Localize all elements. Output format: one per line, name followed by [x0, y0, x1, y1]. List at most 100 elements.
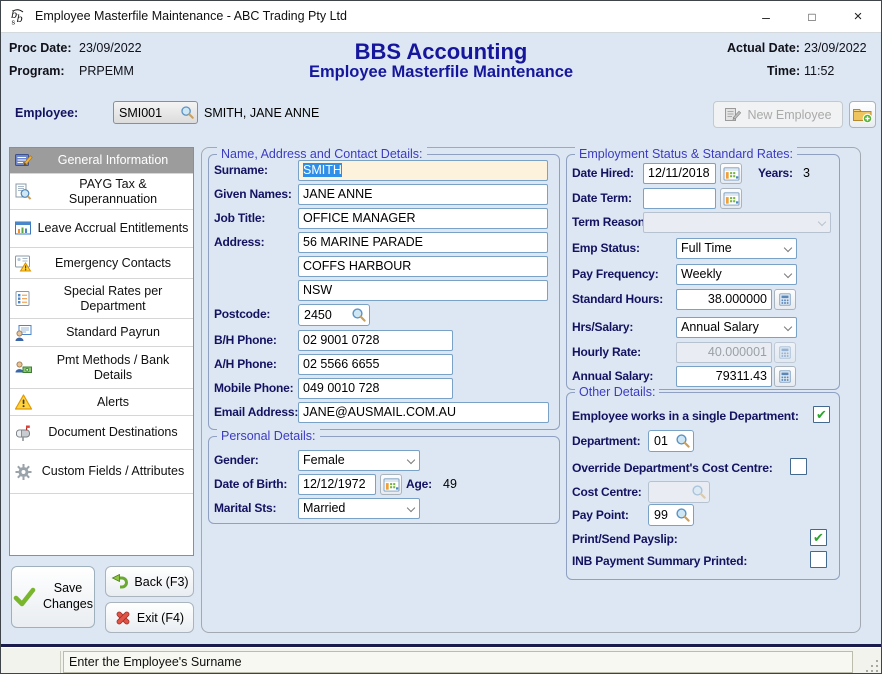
- save-changes-button[interactable]: Save Changes: [11, 566, 95, 628]
- dob-calendar-button[interactable]: [380, 474, 402, 495]
- inb-summary-checkbox[interactable]: [810, 551, 827, 568]
- job-title-field[interactable]: OFFICE MANAGER: [298, 208, 548, 229]
- ah-phone-label: A/H Phone:: [214, 357, 277, 371]
- exit-button[interactable]: Exit (F4): [105, 602, 194, 633]
- department-field[interactable]: 01: [648, 430, 694, 452]
- annual-salary-field[interactable]: 79311.43: [676, 366, 796, 387]
- resize-grip[interactable]: [865, 659, 878, 672]
- address-line1-field[interactable]: 56 MARINE PARADE: [298, 232, 548, 253]
- calendar-icon: [723, 166, 740, 181]
- surname-value: SMITH: [303, 163, 342, 177]
- date-hired-calendar-button[interactable]: [720, 163, 742, 184]
- search-icon[interactable]: [180, 105, 195, 120]
- sidebar-item-document-destinations[interactable]: Document Destinations: [10, 416, 193, 450]
- print-payslip-checkbox[interactable]: ✔: [810, 529, 827, 546]
- single-department-checkbox[interactable]: ✔: [813, 406, 830, 423]
- standard-hours-calc-button[interactable]: [774, 289, 796, 310]
- warning-triangle-icon: [14, 393, 33, 412]
- sidebar-item-special-rates-per-department[interactable]: Special Rates per Department: [10, 279, 193, 319]
- ah-phone-field[interactable]: 02 5566 6655: [298, 354, 453, 375]
- calculator-icon: [778, 369, 792, 384]
- emp-status-label: Emp Status:: [572, 241, 640, 255]
- marital-status-select[interactable]: Married: [298, 498, 420, 519]
- employee-code-value: SMI001: [119, 106, 162, 120]
- employment-status-legend: Employment Status & Standard Rates:: [575, 147, 797, 161]
- status-message: Enter the Employee's Surname: [69, 655, 242, 669]
- sidebar-item-general-information[interactable]: General Information: [10, 148, 193, 174]
- dob-label: Date of Birth:: [214, 477, 287, 491]
- maximize-button[interactable]: □: [789, 1, 835, 32]
- bh-phone-field[interactable]: 02 9001 0728: [298, 330, 453, 351]
- postcode-field[interactable]: 2450: [298, 304, 370, 326]
- new-employee-button[interactable]: New Employee: [713, 101, 843, 128]
- sidebar-item-alerts[interactable]: Alerts: [10, 389, 193, 416]
- chevron-down-icon: [407, 504, 415, 512]
- surname-label: Surname:: [214, 163, 268, 177]
- override-cost-centre-checkbox[interactable]: [790, 458, 807, 475]
- back-button[interactable]: Back (F3): [105, 566, 194, 597]
- sidebar-item-custom-fields-attributes[interactable]: Custom Fields / Attributes: [10, 450, 193, 494]
- annual-salary-calc-button[interactable]: [774, 366, 796, 387]
- pay-frequency-select[interactable]: Weekly: [676, 264, 797, 285]
- emp-status-select[interactable]: Full Time: [676, 238, 797, 259]
- minimize-button[interactable]: –: [743, 1, 789, 32]
- svg-text:s: s: [12, 19, 16, 27]
- email-address-field[interactable]: JANE@AUSMAIL.COM.AU: [298, 402, 549, 423]
- sidebar-item-label: Alerts: [10, 395, 193, 410]
- new-employee-label: New Employee: [747, 108, 831, 122]
- gender-select[interactable]: Female: [298, 450, 420, 471]
- maximize-icon: □: [808, 10, 815, 24]
- standard-hours-value[interactable]: 38.000000: [676, 289, 772, 310]
- open-employee-folder-button[interactable]: [849, 101, 876, 128]
- chevron-down-icon: [784, 323, 792, 331]
- status-bar: Enter the Employee's Surname: [1, 647, 881, 674]
- hrs-salary-select[interactable]: Annual Salary: [676, 317, 797, 338]
- date-hired-label: Date Hired:: [572, 166, 634, 180]
- calendar-icon: [723, 191, 740, 206]
- dob-field[interactable]: 12/12/1972: [298, 474, 376, 495]
- sidebar-item-label: PAYG Tax & Superannuation: [10, 177, 193, 207]
- notepad-pencil-icon: [724, 107, 741, 123]
- term-reason-label: Term Reason:: [572, 215, 649, 229]
- standard-hours-field[interactable]: 38.000000: [676, 289, 796, 310]
- chart-window-icon: [14, 219, 33, 238]
- sidebar-item-leave-accrual-entitlements[interactable]: Leave Accrual Entitlements: [10, 210, 193, 248]
- employee-code-field[interactable]: SMI001: [113, 101, 198, 124]
- marital-status-label: Marital Sts:: [214, 501, 276, 515]
- close-button[interactable]: ×: [835, 1, 881, 32]
- search-icon[interactable]: [351, 307, 367, 323]
- term-reason-select[interactable]: [643, 212, 831, 233]
- sidebar-item-label: Special Rates per Department: [10, 284, 193, 314]
- sidebar-item-pmt-methods-bank-details[interactable]: Pmt Methods / Bank Details: [10, 347, 193, 389]
- surname-field[interactable]: SMITH: [298, 160, 548, 181]
- pay-frequency-value: Weekly: [681, 267, 722, 282]
- mobile-phone-label: Mobile Phone:: [214, 381, 293, 395]
- address-line3-field[interactable]: NSW: [298, 280, 548, 301]
- pay-point-field[interactable]: 99: [648, 504, 694, 526]
- sidebar-item-label: Document Destinations: [10, 425, 193, 440]
- date-term-field[interactable]: [643, 188, 716, 209]
- address-line2-field[interactable]: COFFS HARBOUR: [298, 256, 548, 277]
- search-icon[interactable]: [675, 507, 691, 523]
- emp-status-value: Full Time: [681, 241, 732, 256]
- hourly-rate-value: 40.000001: [676, 342, 772, 363]
- age-value: 49: [443, 477, 457, 491]
- mobile-phone-field[interactable]: 049 0010 728: [298, 378, 453, 399]
- annual-salary-value[interactable]: 79311.43: [676, 366, 772, 387]
- job-title-label: Job Title:: [214, 211, 265, 225]
- other-details-fieldset: Other Details: Employee works in a singl…: [566, 392, 840, 580]
- chevron-down-icon: [407, 456, 415, 464]
- postcode-value: 2450: [304, 308, 332, 322]
- personal-details-legend: Personal Details:: [217, 429, 320, 443]
- sidebar-item-standard-payrun[interactable]: Standard Payrun: [10, 319, 193, 347]
- sidebar-item-emergency-contacts[interactable]: Emergency Contacts: [10, 248, 193, 279]
- search-icon[interactable]: [675, 433, 691, 449]
- employee-label: Employee:: [15, 106, 78, 120]
- employment-status-fieldset: Employment Status & Standard Rates: Date…: [566, 154, 840, 390]
- sidebar-item-payg-tax-superannuation[interactable]: PAYG Tax & Superannuation: [10, 174, 193, 210]
- chevron-down-icon: [784, 270, 792, 278]
- given-names-field[interactable]: JANE ANNE: [298, 184, 548, 205]
- date-hired-field[interactable]: 12/11/2018: [643, 163, 716, 184]
- date-term-calendar-button[interactable]: [720, 188, 742, 209]
- folder-add-icon: [852, 105, 873, 124]
